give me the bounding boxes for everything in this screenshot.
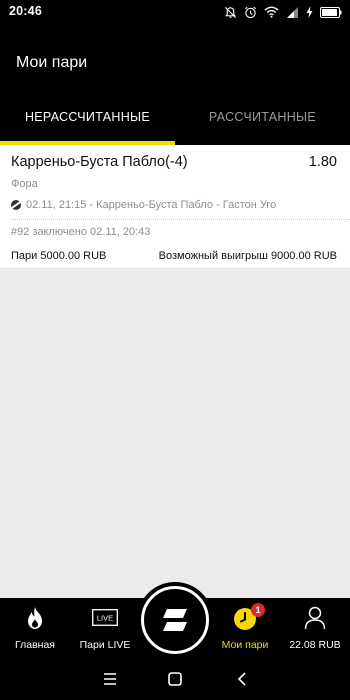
user-icon [304, 606, 326, 635]
signal-icon [286, 6, 299, 18]
bet-event: 02.11, 21:15 - Карреньо-Буста Пабло - Га… [11, 197, 276, 213]
bet-event-text: 02.11, 21:15 - Карреньо-Буста Пабло - Га… [26, 199, 277, 211]
nav-live[interactable]: LIVE Пари LIVE [70, 598, 140, 658]
status-time: 20:46 [9, 4, 42, 18]
bet-possible-win: Возможный выигрыш 9000.00 RUB [158, 250, 337, 262]
bet-stake: Пари 5000.00 RUB [11, 250, 107, 262]
home-icon[interactable] [165, 669, 185, 689]
menu-icon[interactable] [100, 669, 120, 689]
tennis-ball-icon [11, 200, 21, 210]
nav-live-label: Пари LIVE [79, 639, 131, 651]
divider [11, 219, 350, 220]
alarm-icon [244, 6, 257, 19]
status-icons [224, 3, 342, 21]
center-bet-button[interactable] [137, 582, 213, 658]
nav-my-bets-label: Мои пари [221, 639, 269, 651]
nav-account-label: 22.08 RUB [289, 639, 341, 651]
page-title: Мои пари [16, 54, 88, 71]
alarm-off-icon [224, 6, 237, 19]
wifi-icon [264, 6, 279, 18]
nav-home-label: Главная [15, 639, 55, 651]
system-nav-bar [0, 658, 350, 700]
bet-card[interactable]: Карреньо-Буста Пабло(-4) 1.80 Фора 02.11… [0, 145, 350, 269]
charging-icon [306, 6, 313, 18]
nav-my-bets[interactable]: 1 Мои пари [210, 598, 280, 658]
nav-home[interactable]: Главная [0, 598, 70, 658]
notification-badge: 1 [251, 603, 265, 617]
tab-unsettled[interactable]: НЕРАССЧИТАННЫЕ [0, 110, 175, 143]
bet-id: #92 заключено 02.11, 20:43 [11, 226, 151, 238]
tab-settled[interactable]: РАССЧИТАННЫЕ [175, 110, 350, 143]
back-icon[interactable] [232, 669, 252, 689]
bet-type: Фора [11, 178, 38, 190]
bet-title: Карреньо-Буста Пабло(-4) [11, 154, 188, 170]
nav-account[interactable]: 22.08 RUB [280, 598, 350, 658]
clock-icon: 1 [233, 603, 265, 636]
flame-icon [25, 606, 45, 635]
live-icon-text: LIVE [97, 614, 113, 623]
live-icon: LIVE [92, 609, 118, 631]
bet-coefficient: 1.80 [308, 154, 337, 170]
fonbet-logo-icon [161, 606, 189, 639]
battery-icon [320, 6, 342, 18]
app-header: Мои пари НЕРАССЧИТАННЫЕ РАССЧИТАННЫЕ [0, 24, 350, 145]
status-bar: 20:46 [0, 0, 350, 24]
